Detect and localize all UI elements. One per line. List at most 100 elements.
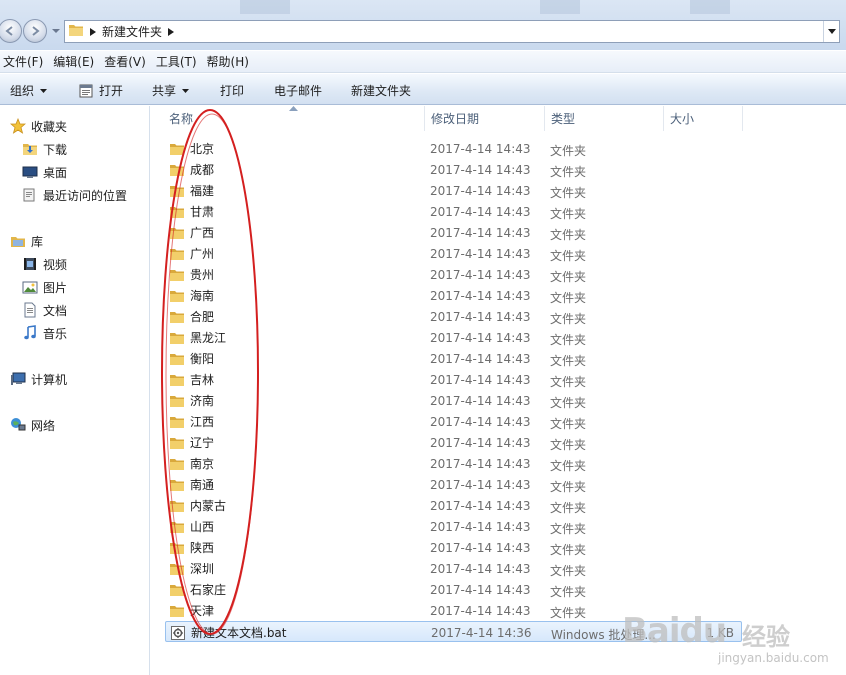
file-date: 2017-4-14 14:43 [430, 184, 531, 198]
file-row[interactable]: 海南 2017-4-14 14:43 文件夹 [165, 285, 742, 306]
nav-favorites-label: 收藏夹 [31, 119, 68, 134]
file-row[interactable]: 济南 2017-4-14 14:43 文件夹 [165, 390, 742, 411]
share-button[interactable]: 共享 [152, 82, 190, 99]
file-row[interactable]: 辽宁 2017-4-14 14:43 文件夹 [165, 432, 742, 453]
file-date: 2017-4-14 14:43 [430, 352, 531, 366]
file-row[interactable]: 贵州 2017-4-14 14:43 文件夹 [165, 264, 742, 285]
file-date: 2017-4-14 14:43 [430, 205, 531, 219]
organize-button[interactable]: 组织 [10, 82, 48, 99]
open-button[interactable]: 打开 [78, 82, 123, 99]
file-row[interactable]: 陕西 2017-4-14 14:43 文件夹 [165, 537, 742, 558]
column-header-date[interactable]: 修改日期 [425, 106, 545, 131]
file-name-cell: 吉林 [169, 371, 214, 388]
menu-view[interactable]: 查看(V) [101, 53, 153, 70]
folder-icon [169, 162, 185, 178]
address-input[interactable]: 新建文件夹 [64, 20, 840, 43]
file-name-cell: 衡阳 [169, 350, 214, 367]
nav-recent-places[interactable]: 最近访问的位置 [22, 185, 127, 205]
forward-button[interactable] [23, 19, 47, 43]
file-name: 贵州 [190, 268, 215, 282]
address-dropdown-button[interactable] [823, 21, 839, 42]
file-row[interactable]: 甘肃 2017-4-14 14:43 文件夹 [165, 201, 742, 222]
file-date: 2017-4-14 14:43 [430, 310, 531, 324]
file-name: 衡阳 [190, 352, 215, 366]
menu-edit[interactable]: 编辑(E) [50, 53, 101, 70]
nav-music-label: 音乐 [43, 326, 68, 341]
nav-videos[interactable]: 视频 [22, 254, 67, 274]
file-name-cell: 江西 [169, 413, 214, 430]
folder-icon [169, 519, 185, 535]
file-type: 文件夹 [550, 375, 587, 389]
file-date: 2017-4-14 14:43 [430, 394, 531, 408]
file-name: 南通 [190, 478, 215, 492]
file-row[interactable]: 黑龙江 2017-4-14 14:43 文件夹 [165, 327, 742, 348]
nav-pictures[interactable]: 图片 [22, 277, 67, 297]
file-date: 2017-4-14 14:43 [430, 142, 531, 156]
file-row[interactable]: 福建 2017-4-14 14:43 文件夹 [165, 180, 742, 201]
file-row[interactable]: 深圳 2017-4-14 14:43 文件夹 [165, 558, 742, 579]
file-row[interactable]: 内蒙古 2017-4-14 14:43 文件夹 [165, 495, 742, 516]
file-name: 陕西 [190, 541, 215, 555]
document-icon [22, 302, 38, 318]
nav-documents[interactable]: 文档 [22, 300, 67, 320]
folder-icon [169, 393, 185, 409]
folder-icon [169, 414, 185, 430]
menu-file[interactable]: 文件(F) [0, 53, 50, 70]
nav-desktop[interactable]: 桌面 [22, 162, 67, 182]
recent-pages-dropdown-icon[interactable] [52, 27, 60, 35]
menu-help[interactable]: 帮助(H) [204, 53, 256, 70]
column-header-size[interactable]: 大小 [664, 106, 743, 131]
menu-tools[interactable]: 工具(T) [153, 53, 204, 70]
nav-computer[interactable]: 计算机 [10, 369, 67, 389]
file-date: 2017-4-14 14:43 [430, 457, 531, 471]
file-date: 2017-4-14 14:43 [430, 331, 531, 345]
file-row[interactable]: 北京 2017-4-14 14:43 文件夹 [165, 138, 742, 159]
network-icon [10, 417, 26, 433]
folder-icon [169, 183, 185, 199]
column-type-label: 类型 [551, 112, 576, 126]
file-type: 文件夹 [550, 186, 587, 200]
nav-libraries[interactable]: 库 [10, 231, 43, 251]
file-row[interactable]: 衡阳 2017-4-14 14:43 文件夹 [165, 348, 742, 369]
new-folder-button[interactable]: 新建文件夹 [351, 82, 411, 99]
nav-downloads[interactable]: 下载 [22, 139, 67, 159]
video-icon [22, 256, 38, 272]
file-row[interactable]: 吉林 2017-4-14 14:43 文件夹 [165, 369, 742, 390]
file-row[interactable]: 合肥 2017-4-14 14:43 文件夹 [165, 306, 742, 327]
file-row[interactable]: 南通 2017-4-14 14:43 文件夹 [165, 474, 742, 495]
column-header-type[interactable]: 类型 [545, 106, 664, 131]
file-type: 文件夹 [550, 438, 587, 452]
file-row[interactable]: 山西 2017-4-14 14:43 文件夹 [165, 516, 742, 537]
nav-videos-label: 视频 [43, 257, 68, 272]
folder-icon [169, 372, 185, 388]
nav-network[interactable]: 网络 [10, 415, 55, 435]
file-name: 江西 [190, 415, 215, 429]
file-name: 内蒙古 [190, 499, 227, 513]
breadcrumb-separator-icon[interactable] [168, 27, 175, 36]
file-row[interactable]: 石家庄 2017-4-14 14:43 文件夹 [165, 579, 742, 600]
email-button[interactable]: 电子邮件 [274, 82, 322, 99]
file-name-cell: 合肥 [169, 308, 214, 325]
nav-favorites[interactable]: 收藏夹 [10, 116, 67, 136]
file-row[interactable]: 广西 2017-4-14 14:43 文件夹 [165, 222, 742, 243]
breadcrumb-separator-icon[interactable] [90, 27, 96, 36]
file-row[interactable]: 广州 2017-4-14 14:43 文件夹 [165, 243, 742, 264]
folder-icon [169, 498, 185, 514]
file-type: 文件夹 [550, 144, 587, 158]
file-name-cell: 山西 [169, 518, 214, 535]
command-bar: 组织 打开 共享 打印 电子邮件 新建文件夹 [0, 74, 846, 105]
nav-downloads-label: 下载 [43, 142, 68, 157]
file-name: 广州 [190, 247, 215, 261]
print-button[interactable]: 打印 [220, 82, 244, 99]
watermark-logo-cn: 经验 [742, 623, 790, 651]
file-name-cell: 成都 [169, 161, 214, 178]
breadcrumb-current-folder[interactable]: 新建文件夹 [102, 23, 162, 40]
chevron-down-icon [40, 88, 48, 93]
file-row[interactable]: 成都 2017-4-14 14:43 文件夹 [165, 159, 742, 180]
file-name: 海南 [190, 289, 215, 303]
back-button[interactable] [0, 19, 22, 43]
file-type: 文件夹 [550, 417, 587, 431]
file-row[interactable]: 南京 2017-4-14 14:43 文件夹 [165, 453, 742, 474]
file-row[interactable]: 江西 2017-4-14 14:43 文件夹 [165, 411, 742, 432]
nav-music[interactable]: 音乐 [22, 323, 67, 343]
